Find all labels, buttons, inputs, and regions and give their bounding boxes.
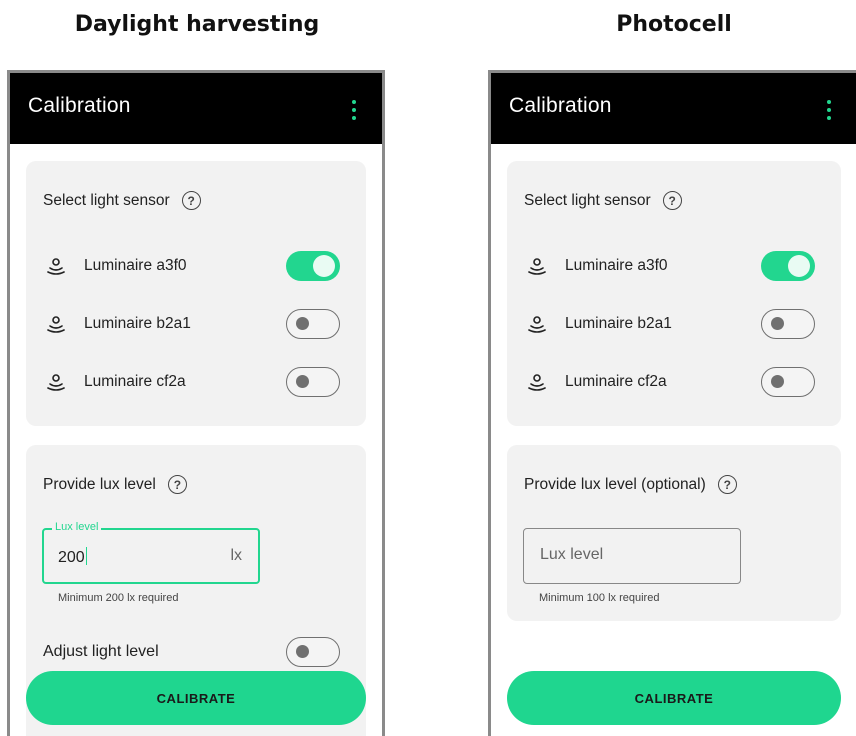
light-sensor-icon [47, 258, 65, 275]
sensor-select-card: Select light sensor ? Luminaire a3f0 Lum… [26, 161, 366, 426]
lux-level-card: Provide lux level (optional) ? Lux level… [507, 445, 841, 621]
phone-frame-daylight-harvesting: Calibration Select light sensor ? Lumina… [7, 70, 385, 736]
help-icon[interactable]: ? [717, 475, 737, 494]
sensor-label: Luminaire b2a1 [565, 315, 672, 332]
light-sensor-icon [47, 374, 65, 391]
light-sensor-icon [528, 374, 546, 391]
adjust-light-row[interactable]: Adjust light level [26, 632, 366, 672]
section-title-text: Provide lux level (optional) [524, 475, 706, 493]
lux-level-input[interactable]: Lux level [523, 528, 741, 584]
section-title: Select light sensor ? [43, 191, 201, 210]
sensor-label: Luminaire cf2a [84, 373, 186, 390]
phone-frame-photocell: Calibration Select light sensor ? Lumina… [488, 70, 856, 736]
app-bar: Calibration [10, 73, 382, 144]
sensor-toggle-off[interactable] [761, 367, 815, 397]
sensor-label: Luminaire a3f0 [565, 257, 668, 274]
sensor-label: Luminaire a3f0 [84, 257, 187, 274]
adjust-light-label: Adjust light level [43, 643, 159, 660]
help-icon[interactable]: ? [662, 191, 682, 210]
section-title: Provide lux level (optional) ? [524, 475, 737, 494]
sensor-label: Luminaire b2a1 [84, 315, 191, 332]
lux-level-placeholder: Lux level [540, 546, 604, 563]
sensor-row-b2a1[interactable]: Luminaire b2a1 [26, 304, 366, 344]
help-icon[interactable]: ? [167, 475, 187, 494]
help-icon[interactable]: ? [181, 191, 201, 210]
sensor-toggle-off[interactable] [761, 309, 815, 339]
sensor-toggle-on[interactable] [761, 251, 815, 281]
sensor-row-cf2a[interactable]: Luminaire cf2a [507, 362, 841, 402]
lux-helper-text: Minimum 100 lx required [539, 592, 660, 604]
section-title: Select light sensor ? [524, 191, 682, 210]
calibrate-button[interactable]: CALIBRATE [507, 671, 841, 725]
light-sensor-icon [528, 316, 546, 333]
more-vert-icon[interactable] [827, 100, 833, 120]
light-sensor-icon [528, 258, 546, 275]
lux-level-floating-label: Lux level [52, 521, 102, 533]
sensor-toggle-on[interactable] [286, 251, 340, 281]
column-title-daylight-harvesting: Daylight harvesting [74, 12, 320, 37]
sensor-row-a3f0[interactable]: Luminaire a3f0 [26, 246, 366, 286]
app-bar-title: Calibration [28, 94, 131, 117]
lux-level-value: 200 [58, 547, 87, 566]
sensor-row-a3f0[interactable]: Luminaire a3f0 [507, 246, 841, 286]
sensor-select-card: Select light sensor ? Luminaire a3f0 Lum… [507, 161, 841, 426]
sensor-label: Luminaire cf2a [565, 373, 667, 390]
sensor-row-b2a1[interactable]: Luminaire b2a1 [507, 304, 841, 344]
sensor-row-cf2a[interactable]: Luminaire cf2a [26, 362, 366, 402]
adjust-light-toggle[interactable] [286, 637, 340, 667]
light-sensor-icon [47, 316, 65, 333]
section-title-text: Select light sensor [43, 191, 170, 209]
section-title-text: Select light sensor [524, 191, 651, 209]
calibrate-button[interactable]: CALIBRATE [26, 671, 366, 725]
more-vert-icon[interactable] [352, 100, 358, 120]
sensor-toggle-off[interactable] [286, 367, 340, 397]
lux-level-input[interactable]: Lux level 200 lx [42, 521, 260, 584]
section-title-text: Provide lux level [43, 475, 156, 493]
app-bar-title: Calibration [509, 94, 612, 117]
lux-unit: lx [230, 547, 242, 564]
column-title-photocell: Photocell [616, 12, 732, 37]
sensor-toggle-off[interactable] [286, 309, 340, 339]
app-bar: Calibration [491, 73, 856, 144]
section-title: Provide lux level ? [43, 475, 187, 494]
lux-helper-text: Minimum 200 lx required [58, 592, 179, 604]
